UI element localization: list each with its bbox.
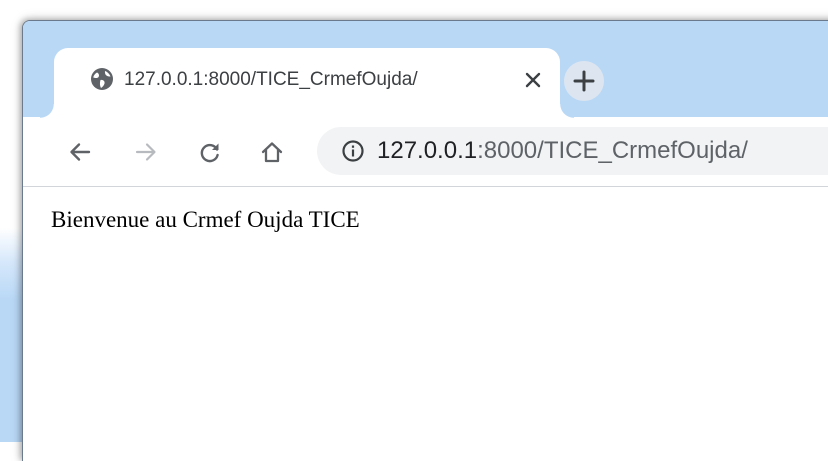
home-icon bbox=[261, 142, 283, 163]
new-tab-button[interactable] bbox=[564, 61, 604, 101]
globe-icon bbox=[90, 67, 114, 91]
tab-title: 127.0.0.1:8000/TICE_CrmefOujda/ bbox=[124, 69, 418, 90]
reload-icon bbox=[200, 143, 219, 163]
forward-button[interactable] bbox=[129, 135, 163, 169]
url-path: :8000/TICE_CrmefOujda/ bbox=[477, 137, 748, 164]
tab-strip: 127.0.0.1:8000/TICE_CrmefOujda/ bbox=[23, 21, 828, 118]
close-icon[interactable] bbox=[522, 69, 544, 91]
plus-icon bbox=[573, 70, 595, 92]
address-bar[interactable]: 127.0.0.1:8000/TICE_CrmefOujda/ bbox=[317, 127, 828, 175]
browser-toolbar: 127.0.0.1:8000/TICE_CrmefOujda/ bbox=[23, 118, 828, 187]
welcome-text: Bienvenue au Crmef Oujda TICE bbox=[51, 207, 360, 232]
url-text[interactable]: 127.0.0.1:8000/TICE_CrmefOujda/ bbox=[377, 136, 748, 166]
url-host: 127.0.0.1 bbox=[377, 137, 478, 164]
page-content: Bienvenue au Crmef Oujda TICE bbox=[23, 187, 828, 461]
browser-tab[interactable]: 127.0.0.1:8000/TICE_CrmefOujda/ bbox=[40, 48, 574, 118]
arrow-right-icon bbox=[135, 143, 156, 161]
back-button[interactable] bbox=[63, 135, 97, 169]
arrow-left-icon bbox=[70, 143, 91, 161]
home-button[interactable] bbox=[255, 135, 289, 169]
reload-button[interactable] bbox=[193, 135, 227, 169]
browser-window: 127.0.0.1:8000/TICE_CrmefOujda/ 127.0.0.… bbox=[22, 20, 828, 461]
info-icon[interactable] bbox=[341, 139, 365, 163]
